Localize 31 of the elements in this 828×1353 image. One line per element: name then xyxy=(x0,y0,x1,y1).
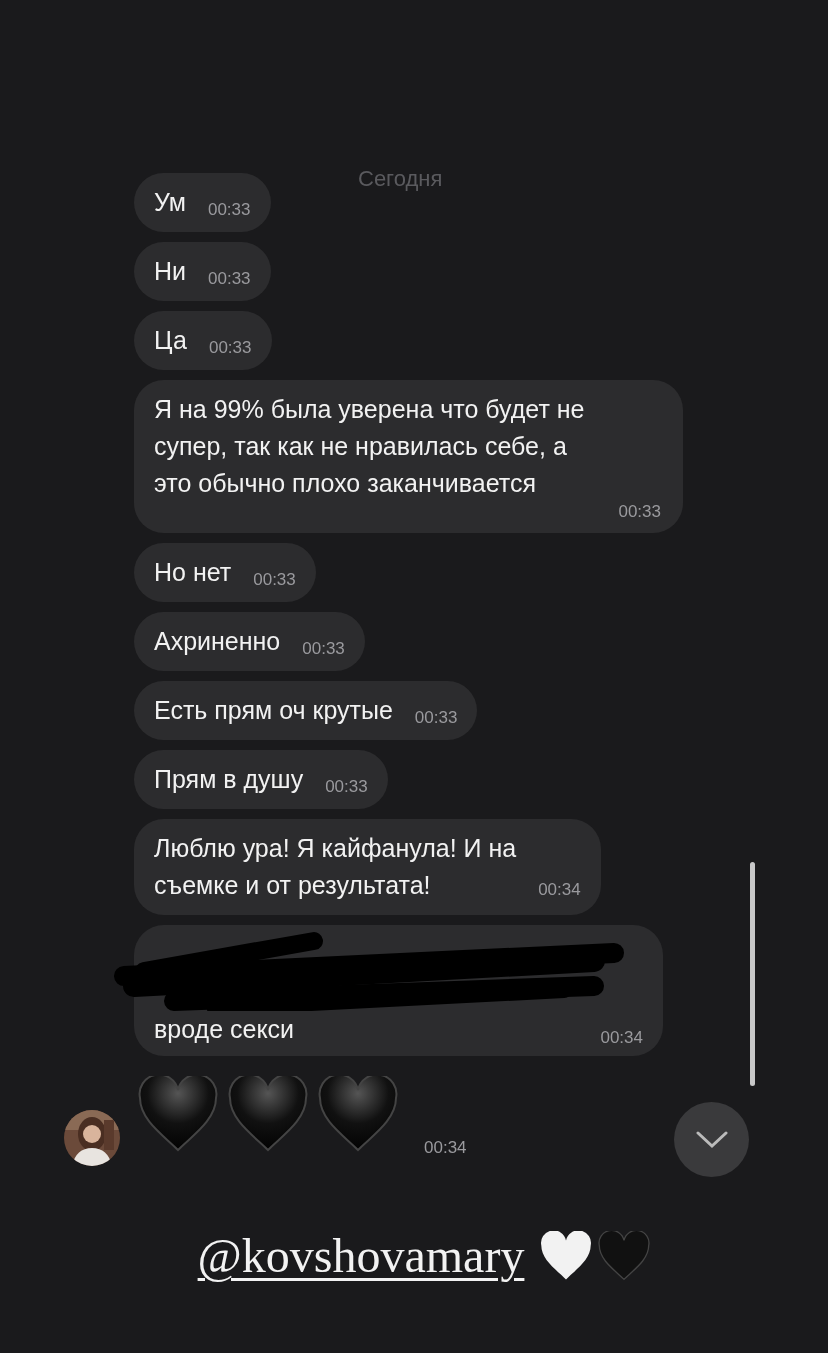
message-text: Ум xyxy=(154,188,186,216)
message-time: 00:33 xyxy=(208,269,251,289)
heart-icon xyxy=(138,1076,218,1152)
message-text: Ахриненно xyxy=(154,627,281,655)
message-text: Люблю ура! Я кайфанула! И на съемке и от результата! xyxy=(154,833,517,901)
mention-link[interactable]: @kovshovamary xyxy=(197,1228,525,1283)
message-time: 00:34 xyxy=(538,880,581,900)
message-time: 00:33 xyxy=(618,502,661,522)
message-time: 00:33 xyxy=(207,200,251,220)
message-text: Ни xyxy=(154,257,187,285)
message-text: Я на 99% была уверена что будет не супер, так как не нравилась себе, а это обычно плохо заканчивается xyxy=(154,394,586,499)
heart-icon xyxy=(228,1076,308,1152)
message-time: 00:33 xyxy=(253,570,296,590)
heart-icon xyxy=(598,1230,651,1281)
message-time: 00:33 xyxy=(325,777,368,797)
scrollbar[interactable] xyxy=(750,862,755,1086)
message-time: 00:33 xyxy=(414,708,458,728)
heart-icon xyxy=(540,1230,593,1281)
message-time: 00:33 xyxy=(302,639,345,659)
avatar[interactable] xyxy=(64,1110,120,1166)
message-text: Но нет xyxy=(154,558,232,586)
date-label: Сегодня xyxy=(358,166,443,192)
message-time: 00:34 xyxy=(600,1028,643,1048)
message-text: Прям в душу xyxy=(154,765,304,793)
message-text: вроде секси xyxy=(154,1014,295,1045)
chevron-down-icon xyxy=(695,1130,728,1149)
message-time: 00:34 xyxy=(424,1138,467,1158)
message-text: Ца xyxy=(154,326,187,354)
message-text: Есть прям оч крутые xyxy=(154,696,393,724)
message-time: 00:33 xyxy=(208,338,252,358)
heart-icon xyxy=(318,1076,398,1152)
